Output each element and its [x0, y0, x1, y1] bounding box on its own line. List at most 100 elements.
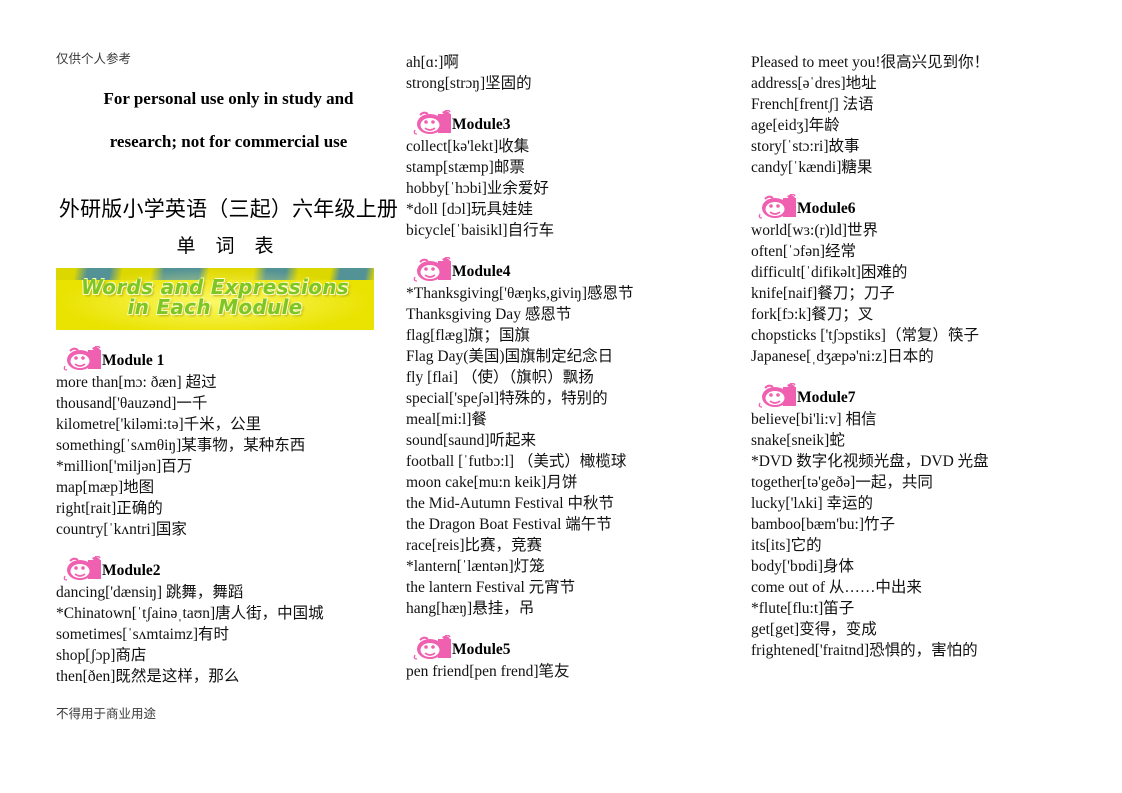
word-entry: flag[flæg]旗；国旗	[406, 327, 530, 344]
pig-icon	[62, 555, 106, 582]
word-entry: candy[ˈkændi]糖果	[751, 159, 873, 176]
word-entry: fork[fɔ:k]餐刀；叉	[751, 306, 874, 323]
word-entry: the lantern Festival 元宵节	[406, 579, 576, 596]
column-1: 仅供个人参考 For personal use only in study an…	[56, 52, 401, 722]
column-2: ah[ɑ:]啊 strong[strɔŋ]坚固的 Module3 collect[kə…	[401, 52, 746, 682]
word-entry: map[mæp]地图	[56, 478, 155, 496]
module-label: Module4	[452, 263, 511, 280]
column-2-blocks: ah[ɑ:]啊 strong[strɔŋ]坚固的 Module3 collect[kə…	[406, 52, 746, 682]
word-entry: ah[ɑ:]啊	[406, 54, 459, 71]
word-entry: Pleased to meet you!很高兴见到你！	[751, 54, 990, 71]
personal-use-notice-en-line1: For personal use only in study and	[103, 89, 354, 108]
pig-icon	[412, 256, 456, 283]
banner-line-2: in Each Module	[127, 294, 303, 319]
page-subtitle: 单 词 表	[176, 234, 281, 257]
word-entry: *lantern[ˈlæntən]灯笼	[406, 558, 545, 575]
word-entry: bicycle[ˈbaisikl]自行车	[406, 222, 555, 239]
word-entry: strong[strɔŋ]坚固的	[406, 75, 532, 92]
module-heading: Module2	[56, 555, 401, 581]
module-heading: Module4	[406, 256, 746, 282]
module-label: Module5	[452, 641, 511, 658]
word-entry: snake[sneik]蛇	[751, 432, 845, 449]
word-entry: *Thanksgiving['θæŋks,giviŋ]感恩节	[406, 285, 634, 302]
word-entry: hobby[ˈhɔbi]业余爱好	[406, 180, 549, 197]
word-entry: collect[kə'lekt]收集	[406, 138, 530, 155]
column-3-blocks: Pleased to meet you!很高兴见到你！ address[əˈdre…	[751, 52, 1091, 661]
word-entry: right[rait]正确的	[56, 499, 163, 517]
module-heading: Module6	[751, 193, 1091, 219]
word-entry: *Chinatown[ˈtʃainəˌtaʊn]唐人街，中国城	[56, 604, 324, 622]
word-entry: together[tə'geðə]一起，共同	[751, 474, 933, 491]
word-entry: then[ðen]既然是这样，那么	[56, 667, 240, 685]
word-entry: dancing['dænsiŋ] 跳舞，舞蹈	[56, 583, 244, 601]
word-entry: fly [flai] （使）（旗帜）飘扬	[406, 369, 594, 386]
word-entry: pen friend[pen frend]笔友	[406, 663, 570, 680]
word-entry: its[its]它的	[751, 537, 822, 554]
word-entry: more than[mɔ: ðæn] 超过	[56, 373, 217, 391]
word-entry: special['speʃəl]特殊的，特别的	[406, 390, 608, 407]
word-entry: meal[mi:l]餐	[406, 411, 487, 428]
pig-icon	[757, 382, 801, 409]
word-entry: body['bɒdi]身体	[751, 558, 855, 575]
module-heading: Module7	[751, 382, 1091, 408]
word-entry: *DVD 数字化视频光盘，DVD 光盘	[751, 453, 989, 470]
word-entry: something[ˈsʌmθiŋ]某事物，某种东西	[56, 436, 306, 454]
word-entry: believe[bi'li:v] 相信	[751, 411, 877, 428]
column-1-blocks: Module 1 more than[mɔ: ðæn] 超过 thousand['θ…	[56, 345, 401, 687]
word-entry: story[ˈstɔ:ri]故事	[751, 138, 860, 155]
pig-icon	[412, 109, 456, 136]
word-entry: country[ˈkʌntri]国家	[56, 520, 187, 538]
module-label: Module3	[452, 116, 511, 133]
word-entry: Japanese[ˌdʒæpə'ni:z]日本的	[751, 348, 934, 365]
page-title: 外研版小学英语（三起）六年级上册	[58, 197, 399, 222]
word-entry: stamp[stæmp]邮票	[406, 159, 525, 176]
word-entry: kilometre['kiləmi:tə]千米，公里	[56, 415, 262, 433]
word-entry: difficult[ˈdifikəlt]困难的	[751, 264, 908, 281]
word-entry: the Mid-Autumn Festival 中秋节	[406, 495, 614, 512]
word-entry: sound[saund]听起来	[406, 432, 537, 449]
word-entry: often[ˈɔfən]经常	[751, 243, 857, 260]
personal-use-notice-cn: 仅供个人参考	[56, 52, 132, 66]
word-entry: *million['miljən]百万	[56, 457, 193, 475]
word-entry: bamboo[bæm'bu:]竹子	[751, 516, 896, 533]
module-label: Module2	[102, 561, 161, 579]
word-entry: *doll [dɔl]玩具娃娃	[406, 201, 533, 218]
module-label: Module6	[797, 200, 856, 217]
module-label: Module 1	[102, 351, 165, 369]
word-entry: the Dragon Boat Festival 端午节	[406, 516, 612, 533]
module-label: Module7	[797, 389, 856, 406]
word-entry: world[wɜ:(r)ld]世界	[751, 222, 879, 239]
word-entry: Flag Day(美国)国旗制定纪念日	[406, 348, 614, 365]
word-entry: moon cake[mu:n keik]月饼	[406, 474, 578, 491]
pig-icon	[757, 193, 801, 220]
word-entry: come out of 从……中出来	[751, 579, 922, 596]
word-entry: get[get]变得，变成	[751, 621, 877, 638]
word-entry: shop[ʃɔp]商店	[56, 646, 147, 664]
word-entry: age[eidʒ]年龄	[751, 117, 840, 134]
word-entry: lucky['lʌki] 幸运的	[751, 495, 874, 512]
module-heading: Module 1	[56, 345, 401, 371]
word-entry: French[frentʃ] 法语	[751, 96, 874, 113]
column-3: Pleased to meet you!很高兴见到你！ address[əˈdre…	[746, 52, 1091, 661]
word-entry: address[əˈdres]地址	[751, 75, 877, 92]
words-expressions-banner: Words and Expressions in Each Module	[56, 267, 374, 330]
word-entry: knife[naif]餐刀；刀子	[751, 285, 895, 302]
pig-icon	[412, 634, 456, 661]
pig-icon	[62, 345, 106, 372]
banner-text: Words and Expressions in Each Module	[56, 268, 374, 319]
module-heading: Module5	[406, 634, 746, 660]
word-entry: *flute[flu:t]笛子	[751, 600, 855, 617]
word-entry: Thanksgiving Day 感恩节	[406, 306, 572, 323]
commercial-use-footer-cn: 不得用于商业用途	[56, 705, 157, 721]
word-entry: hang[hæŋ]悬挂，吊	[406, 600, 535, 617]
three-column-layout: 仅供个人参考 For personal use only in study an…	[56, 52, 1080, 722]
word-entry: race[reis]比赛，竞赛	[406, 537, 543, 554]
word-entry: football [ˈfutbɔ:l] （美式）橄榄球	[406, 453, 627, 470]
word-entry: sometimes[ˈsʌmtaimz]有时	[56, 625, 230, 643]
personal-use-notice-en-line2: research; not for commercial use	[109, 131, 348, 151]
word-entry: chopsticks ['tʃɔpstiks]（常复）筷子	[751, 327, 979, 344]
word-entry: thousand['θauzənd]一千	[56, 394, 208, 412]
module-heading: Module3	[406, 109, 746, 135]
word-entry: frightened['fraitnd]恐惧的，害怕的	[751, 642, 978, 659]
document-page: 仅供个人参考 For personal use only in study an…	[0, 0, 1122, 793]
